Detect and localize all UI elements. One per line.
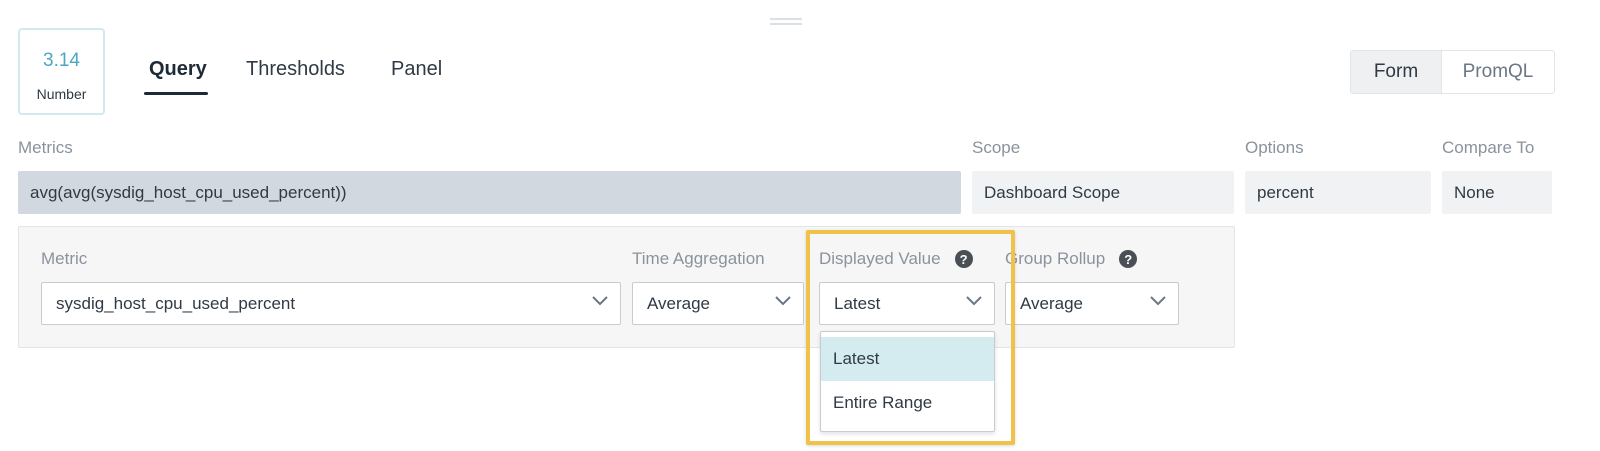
displayed-value-label-text: Displayed Value bbox=[819, 249, 941, 268]
active-tab-indicator bbox=[144, 92, 208, 95]
displayed-value-label: Displayed Value ? bbox=[819, 249, 973, 269]
time-aggregation-label: Time Aggregation bbox=[632, 249, 765, 269]
group-rollup-label-text: Group Rollup bbox=[1005, 249, 1106, 268]
displayed-value-select-value: Latest bbox=[834, 293, 881, 313]
tab-query[interactable]: Query bbox=[149, 58, 207, 81]
drag-handle-icon[interactable] bbox=[770, 18, 802, 25]
group-rollup-select-value: Average bbox=[1020, 293, 1084, 313]
tab-thresholds[interactable]: Thresholds bbox=[246, 58, 345, 81]
metrics-expression-field[interactable]: avg(avg(sysdig_host_cpu_used_percent)) bbox=[18, 171, 961, 214]
time-aggregation-select[interactable]: Average bbox=[632, 282, 804, 325]
viz-sample-value: 3.14 bbox=[43, 50, 80, 71]
chevron-down-icon bbox=[1150, 296, 1166, 306]
help-circle-icon[interactable]: ? bbox=[1119, 250, 1138, 268]
time-aggregation-select-value: Average bbox=[647, 293, 711, 313]
chevron-down-icon bbox=[592, 296, 608, 306]
group-rollup-select[interactable]: Average bbox=[1005, 282, 1179, 325]
scope-field[interactable]: Dashboard Scope bbox=[972, 171, 1234, 214]
viz-type-label: Number bbox=[36, 86, 87, 102]
dropdown-option-latest[interactable]: Latest bbox=[821, 337, 994, 381]
tab-panel[interactable]: Panel bbox=[391, 58, 442, 81]
metric-select-value: sysdig_host_cpu_used_percent bbox=[56, 293, 296, 313]
form-mode-button[interactable]: Form bbox=[1351, 51, 1442, 93]
help-circle-icon[interactable]: ? bbox=[954, 250, 973, 268]
metric-label-text: Metric bbox=[41, 249, 88, 268]
metric-select[interactable]: sysdig_host_cpu_used_percent bbox=[41, 282, 621, 325]
compare-to-field[interactable]: None bbox=[1442, 171, 1552, 214]
visualization-type-card[interactable]: 3.14 Number bbox=[18, 28, 105, 115]
time-aggregation-label-text: Time Aggregation bbox=[632, 249, 765, 268]
options-field[interactable]: percent bbox=[1245, 171, 1431, 214]
options-label: Options bbox=[1245, 138, 1304, 157]
scope-label: Scope bbox=[972, 138, 1021, 157]
metric-label: Metric bbox=[41, 249, 87, 269]
group-rollup-label: Group Rollup ? bbox=[1005, 249, 1138, 269]
promql-mode-button[interactable]: PromQL bbox=[1442, 51, 1554, 93]
dropdown-option-entire-range[interactable]: Entire Range bbox=[821, 381, 994, 425]
compare-to-label: Compare To bbox=[1442, 138, 1535, 157]
displayed-value-select[interactable]: Latest bbox=[819, 282, 995, 325]
chevron-down-icon bbox=[966, 296, 982, 306]
query-mode-toggle: Form PromQL bbox=[1350, 50, 1555, 94]
metrics-label: Metrics bbox=[18, 138, 73, 157]
chevron-down-icon bbox=[775, 296, 791, 306]
displayed-value-dropdown-menu: Latest Entire Range bbox=[820, 331, 995, 432]
